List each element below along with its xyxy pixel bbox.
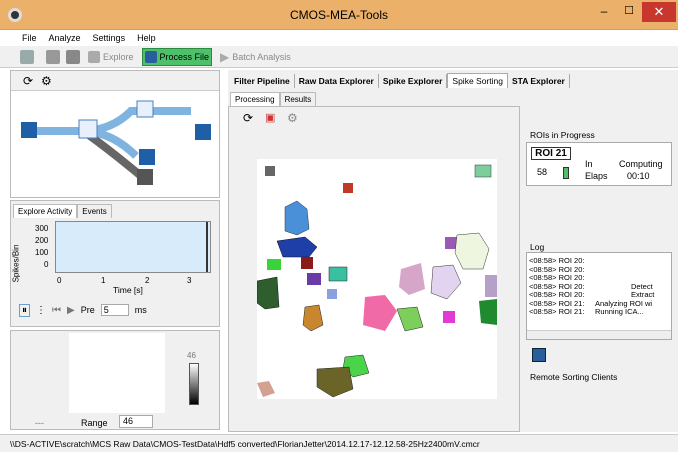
progress-bar: [563, 167, 569, 179]
roi-card: ROI 21 58 In Elaps Computing 00:10: [526, 142, 672, 186]
xtick: 2: [145, 276, 150, 285]
skip-back-icon[interactable]: ⏮: [52, 305, 61, 316]
step-icon[interactable]: ⋮: [36, 305, 46, 316]
gear-icon[interactable]: ⚙: [287, 111, 298, 125]
pre-label: Pre: [80, 305, 95, 315]
tab-raw-data-explorer[interactable]: Raw Data Explorer: [294, 74, 379, 88]
pipeline-panel: ⟳ ⚙: [10, 70, 220, 198]
colorbar: [189, 363, 199, 405]
batch-analysis-button[interactable]: ▶ Batch Analysis: [218, 48, 293, 66]
log-box: <08:58> ROI 20: <08:58> ROI 20: <08:58> …: [526, 252, 672, 340]
tab-sta-explorer[interactable]: STA Explorer: [507, 74, 570, 88]
open-folder-icon[interactable]: [46, 49, 60, 64]
main-area: Filter Pipeline Raw Data Explorer Spike …: [228, 70, 678, 432]
log-line: <08:58> ROI 21: Running ICA...: [529, 307, 644, 316]
processing-pane: ⟳ ▣ ⚙: [228, 106, 520, 432]
roi-map: [257, 159, 497, 399]
roi-name: ROI 21: [531, 147, 571, 160]
range-input[interactable]: 46: [119, 415, 153, 428]
menu-settings[interactable]: Settings: [93, 33, 126, 43]
refresh-icon[interactable]: ⟳: [23, 74, 33, 88]
roi-tool-icon[interactable]: ▣: [265, 111, 275, 124]
ytick: 0: [44, 260, 49, 269]
explore-icon: [88, 50, 100, 63]
marker-icon[interactable]: ⏸: [19, 303, 30, 317]
pre-input[interactable]: 5: [100, 304, 129, 316]
activity-plot: [55, 221, 211, 273]
close-button[interactable]: ✕: [642, 2, 676, 22]
xtick: 0: [57, 276, 62, 285]
tab-filter-pipeline[interactable]: Filter Pipeline: [230, 74, 295, 88]
process-icon: [144, 50, 157, 63]
toolbar: Explore Process File ▶ Batch Analysis: [0, 46, 678, 68]
play-icon: ▶: [220, 49, 230, 64]
ytick: 300: [35, 224, 49, 233]
range-label: Range: [81, 418, 108, 428]
refresh-icon[interactable]: ⟳: [243, 111, 253, 125]
maximize-button[interactable]: ☐: [618, 4, 640, 22]
tab-explore-activity[interactable]: Explore Activity: [13, 204, 78, 218]
roi-state: Computing: [619, 159, 663, 169]
process-file-button[interactable]: Process File: [141, 47, 213, 66]
tab-spike-sorting[interactable]: Spike Sorting: [447, 73, 508, 88]
menu-analyze[interactable]: Analyze: [49, 33, 81, 43]
log-label: Log: [530, 242, 545, 252]
pipeline-toolbar: ⟳ ⚙: [11, 71, 219, 91]
xlabel: Time [s]: [113, 285, 143, 295]
minimize-button[interactable]: –: [592, 4, 616, 22]
play-icon[interactable]: ▶: [67, 305, 75, 316]
tab-events[interactable]: Events: [77, 204, 112, 218]
explore-button[interactable]: Explore: [86, 48, 136, 66]
colorbar-max: 46: [187, 351, 196, 360]
ytick: 200: [35, 236, 49, 245]
pipeline-diagram: [21, 100, 211, 185]
window-title: CMOS-MEA-Tools: [289, 8, 388, 22]
tab-processing[interactable]: Processing: [230, 92, 280, 106]
ytick: 100: [35, 248, 49, 257]
xtick: 3: [187, 276, 192, 285]
import-icon[interactable]: [20, 49, 34, 64]
menu-bar: File Analyze Settings Help: [0, 30, 678, 46]
roi-in-label: In: [585, 159, 593, 169]
menu-file[interactable]: File: [22, 33, 37, 43]
rois-in-progress-label: ROIs in Progress: [530, 130, 595, 140]
main-tabs: Filter Pipeline Raw Data Explorer Spike …: [230, 72, 570, 88]
title-bar: CMOS-MEA-Tools – ☐ ✕: [0, 0, 678, 30]
roi-count: 58: [537, 167, 548, 177]
save-icon[interactable]: [66, 49, 80, 64]
preview-area: [69, 333, 165, 413]
ylabel: Spikes/Bin: [11, 244, 21, 283]
explore-activity-panel: Explore Activity Events Spikes/Bin 300 2…: [10, 200, 220, 327]
remote-clients-label: Remote Sorting Clients: [530, 372, 618, 382]
tab-results[interactable]: Results: [279, 92, 317, 106]
roi-time: 00:10: [627, 171, 650, 181]
grid-node-icon: [21, 122, 37, 138]
menu-help[interactable]: Help: [137, 33, 156, 43]
save-icon[interactable]: [532, 348, 546, 362]
xtick: 1: [101, 276, 106, 285]
status-bar: \\DS-ACTIVE\scratch\MCS Raw Data\CMOS-Te…: [0, 434, 678, 452]
gear-icon[interactable]: ⚙: [41, 74, 52, 88]
dash-value: ---: [35, 418, 44, 428]
colorbar-panel: 46 --- Range 46: [10, 330, 220, 430]
ms-label: ms: [134, 305, 147, 315]
tab-spike-explorer[interactable]: Spike Explorer: [378, 74, 448, 88]
scrollbar-horizontal[interactable]: [527, 330, 671, 339]
playback-controls: ⏸ ⋮ ⏮ ▶ Pre 5 ms: [19, 301, 209, 319]
roi-elaps-label: Elaps: [585, 171, 608, 181]
